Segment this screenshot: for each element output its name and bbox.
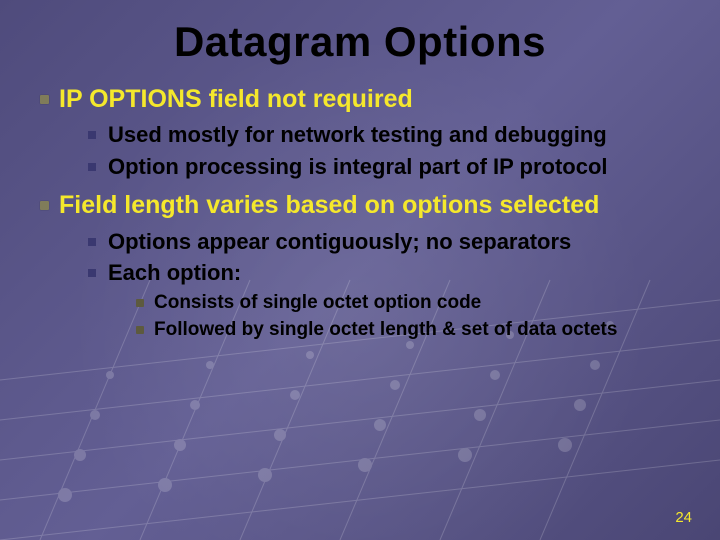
bullet-text: IP OPTIONS field not required (59, 84, 413, 115)
bullet-text: Option processing is integral part of IP… (108, 153, 608, 182)
bullet-icon (136, 326, 144, 334)
bullet-text: Used mostly for network testing and debu… (108, 121, 607, 150)
bullet-text: Options appear contiguously; no separato… (108, 228, 571, 257)
bullet-icon (40, 95, 49, 104)
bullet-icon (136, 299, 144, 307)
slide-title: Datagram Options (30, 18, 690, 66)
bullet-level2: Option processing is integral part of IP… (88, 153, 690, 182)
bullet-text: Consists of single octet option code (154, 291, 481, 316)
page-number: 24 (675, 509, 692, 526)
bullet-icon (88, 269, 96, 277)
bullet-text: Followed by single octet length & set of… (154, 318, 617, 343)
slide-content: IP OPTIONS field not required Used mostl… (30, 84, 690, 342)
bullet-icon (88, 238, 96, 246)
bullet-level1: IP OPTIONS field not required (40, 84, 690, 115)
bullet-icon (88, 131, 96, 139)
bullet-level3: Followed by single octet length & set of… (136, 318, 690, 343)
bullet-level2: Options appear contiguously; no separato… (88, 228, 690, 257)
bullet-text: Field length varies based on options sel… (59, 190, 599, 221)
slide: Datagram Options IP OPTIONS field not re… (0, 0, 720, 540)
bullet-icon (40, 201, 49, 210)
bullet-level2: Each option: (88, 259, 690, 288)
bullet-level2: Used mostly for network testing and debu… (88, 121, 690, 150)
bullet-icon (88, 163, 96, 171)
bullet-text: Each option: (108, 259, 241, 288)
bullet-level3: Consists of single octet option code (136, 291, 690, 316)
bullet-level1: Field length varies based on options sel… (40, 190, 690, 221)
